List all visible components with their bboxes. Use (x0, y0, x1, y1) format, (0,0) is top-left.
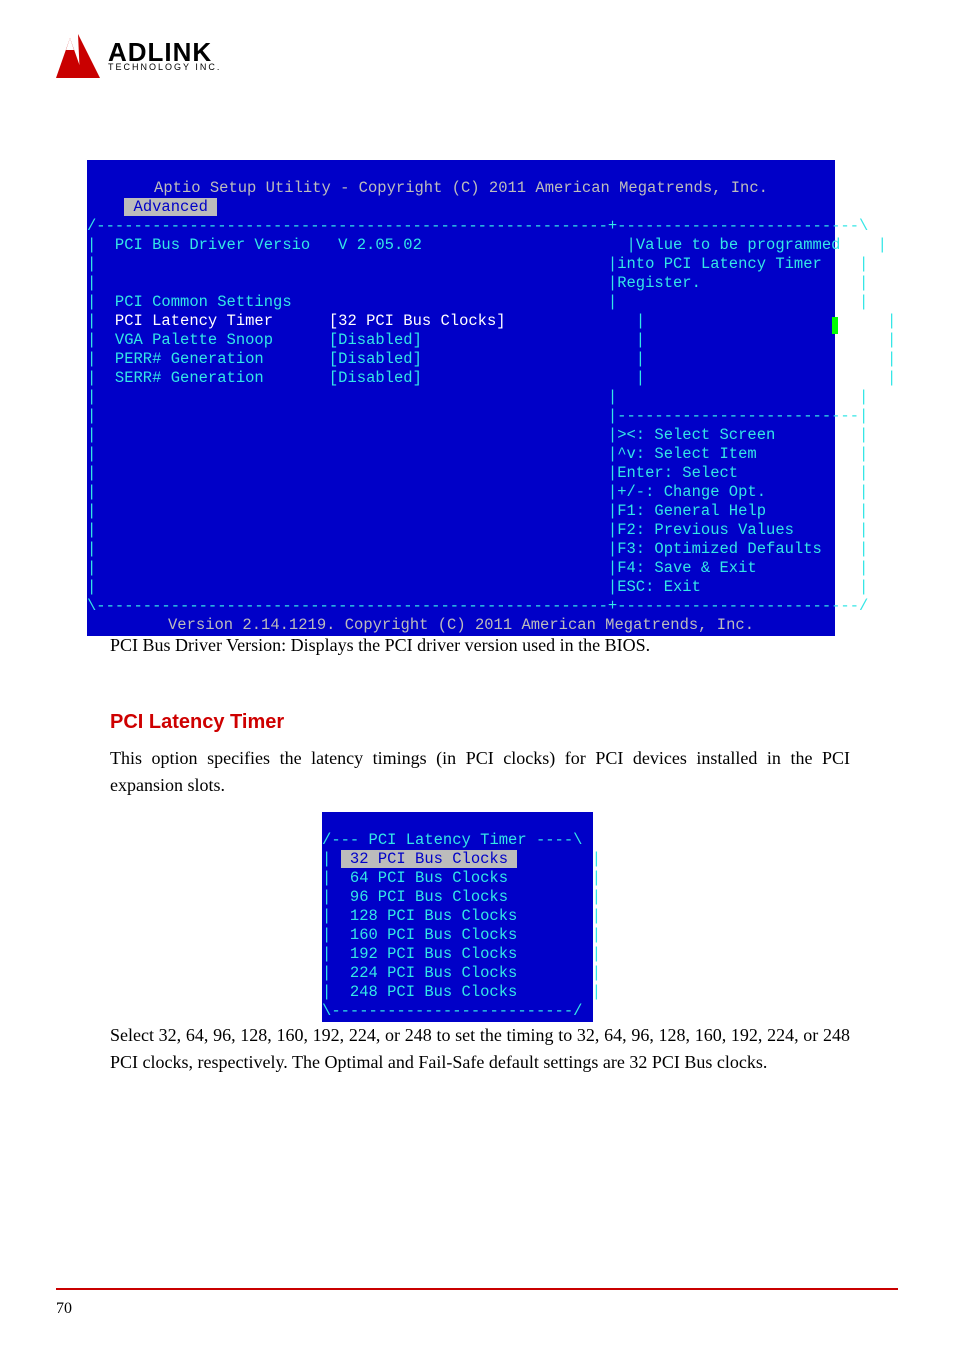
logo-text-top: ADLINK (108, 39, 221, 65)
key-select-screen: ><: Select Screen (617, 426, 775, 444)
key-enter: Enter: Select (617, 464, 738, 482)
key-esc: ESC: Exit (617, 578, 701, 596)
lbl-perr[interactable]: PERR# Generation (115, 350, 264, 368)
lbl-latency[interactable]: PCI Latency Timer (115, 312, 273, 330)
popup-opt-160[interactable]: 160 PCI Bus Clocks (350, 926, 517, 944)
key-f1: F1: General Help (617, 502, 766, 520)
text-cursor-icon (832, 317, 838, 334)
lbl-section: PCI Common Settings (115, 293, 292, 311)
popup-opt-192[interactable]: 192 PCI Bus Clocks (350, 945, 517, 963)
tab-line (87, 198, 124, 216)
key-f4: F4: Save & Exit (617, 559, 757, 577)
logo-text-bot: TECHNOLOGY INC. (108, 63, 221, 72)
key-f2: F2: Previous Values (617, 521, 794, 539)
lbl-vga[interactable]: VGA Palette Snoop (115, 331, 273, 349)
popup-opt-248[interactable]: 248 PCI Bus Clocks (350, 983, 517, 1001)
key-f3: F3: Optimized Defaults (617, 540, 822, 558)
frame-bot: \---------------------------------------… (87, 597, 868, 615)
lbl-versio: PCI Bus Driver Versio (115, 236, 310, 254)
val-perr[interactable]: [Disabled] (329, 350, 422, 368)
tab-advanced[interactable]: Advanced (124, 198, 217, 216)
val-latency[interactable]: [32 PCI Bus Clocks] (329, 312, 506, 330)
key-select-item: ^v: Select Item (617, 445, 757, 463)
popup-opt-96[interactable]: 96 PCI Bus Clocks (350, 888, 508, 906)
logo: ADLINK TECHNOLOGY INC. (54, 32, 221, 78)
help-l3: Register. (617, 274, 701, 292)
popup-opt-64[interactable]: 64 PCI Bus Clocks (350, 869, 508, 887)
lbl-serr[interactable]: SERR# Generation (115, 369, 264, 387)
para-latency-desc: This option specifies the latency timing… (110, 745, 850, 799)
popup-opt-224[interactable]: 224 PCI Bus Clocks (350, 964, 517, 982)
help-l1: Value to be programmed (636, 236, 841, 254)
heading-pci-latency: PCI Latency Timer (110, 711, 284, 734)
val-serr[interactable]: [Disabled] (329, 369, 422, 387)
bios-title: Aptio Setup Utility - Copyright (C) 2011… (87, 179, 835, 198)
para-latency-options: Select 32, 64, 96, 128, 160, 192, 224, o… (110, 1022, 850, 1076)
help-l2: into PCI Latency Timer (617, 255, 822, 273)
popup-opt-32[interactable]: 32 PCI Bus Clocks (341, 850, 518, 868)
popup-title: --- PCI Latency Timer ---- (331, 831, 573, 849)
popup-bot: -------------------------- (331, 1002, 573, 1020)
bios-screenshot-main: Aptio Setup Utility - Copyright (C) 2011… (87, 160, 835, 636)
logo-mark-icon (54, 32, 102, 78)
bios-popup-latency-options: /--- PCI Latency Timer ----\ | 32 PCI Bu… (322, 812, 593, 1022)
val-vga[interactable]: [Disabled] (329, 331, 422, 349)
footer-rule (56, 1288, 898, 1290)
r: | (87, 236, 115, 254)
frame-top: /---------------------------------------… (87, 217, 868, 235)
page-number: 70 (56, 1300, 72, 1318)
val-versio: V 2.05.02 (338, 236, 422, 254)
para-driver-version: PCI Bus Driver Version: Displays the PCI… (110, 632, 850, 659)
logo-text: ADLINK TECHNOLOGY INC. (108, 39, 221, 72)
popup-opt-128[interactable]: 128 PCI Bus Clocks (350, 907, 517, 925)
key-change: +/-: Change Opt. (617, 483, 766, 501)
